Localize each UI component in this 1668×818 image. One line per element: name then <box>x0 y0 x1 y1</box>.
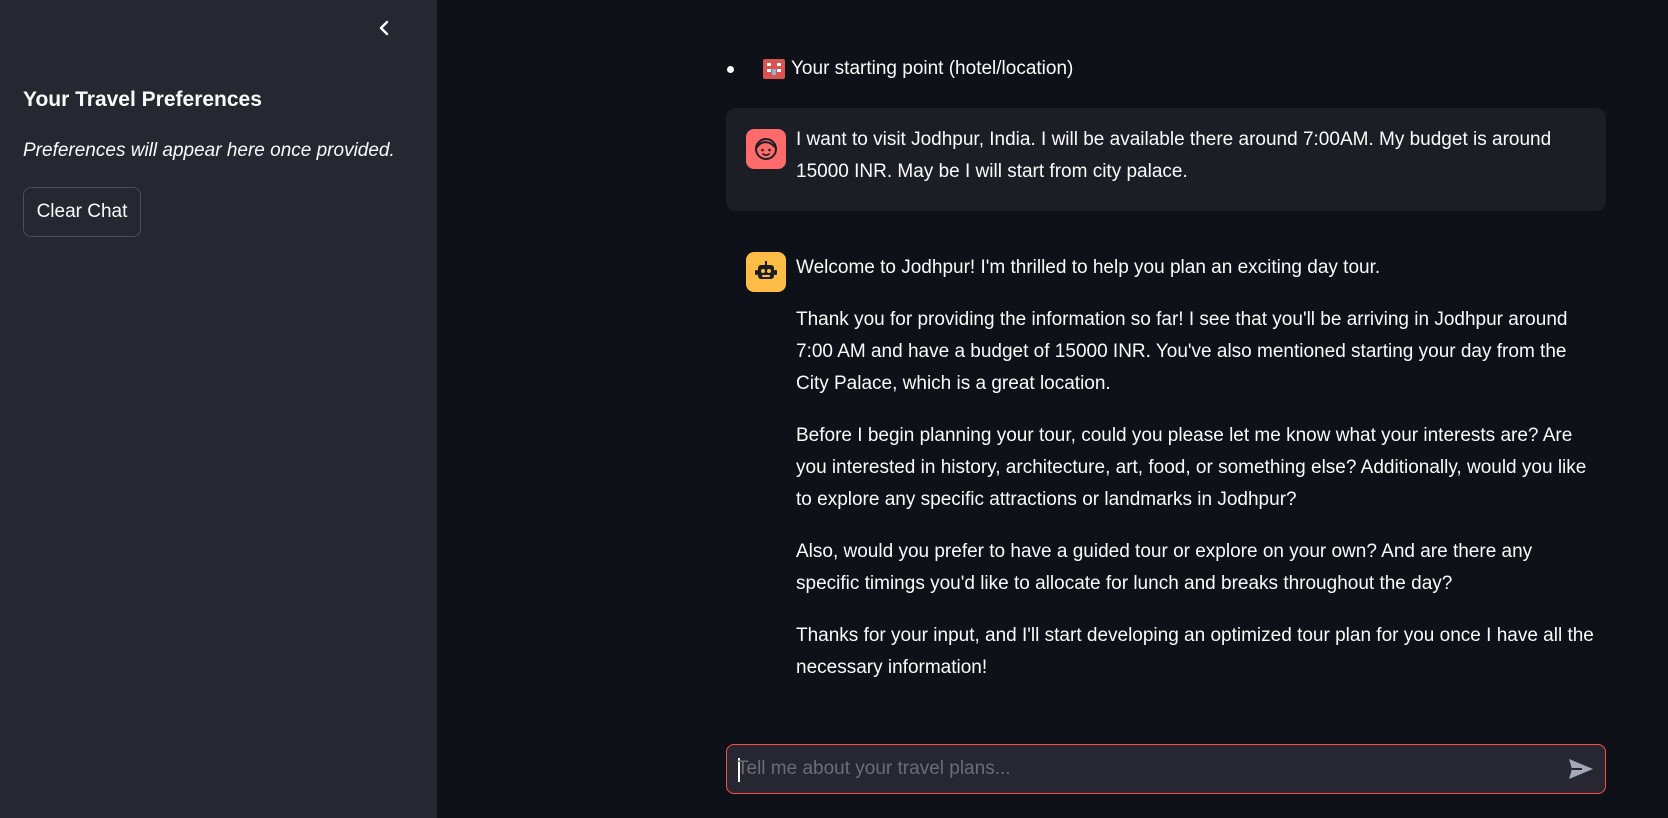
sidebar: Your Travel Preferences Preferences will… <box>0 0 437 818</box>
send-icon <box>1569 759 1593 779</box>
chat-main: Your starting point (hotel/location) I w… <box>437 0 1668 818</box>
assistant-paragraph: Thanks for your input, and I'll start de… <box>796 625 1594 678</box>
user-avatar <box>746 129 786 169</box>
list-item-text: Your starting point (hotel/location) <box>791 58 1074 79</box>
assistant-message-body: Welcome to Jodhpur! I'm thrilled to help… <box>796 252 1596 704</box>
assistant-paragraph: Before I begin planning your tour, could… <box>796 425 1587 510</box>
user-message-text: I want to visit Jodhpur, India. I will b… <box>796 129 1552 182</box>
assistant-paragraph: Welcome to Jodhpur! I'm thrilled to help… <box>796 257 1381 278</box>
list-item: Your starting point (hotel/location) <box>727 58 1073 80</box>
chevron-left-icon <box>379 20 389 36</box>
app-root: Your Travel Preferences Preferences will… <box>0 0 1668 818</box>
hotel-icon <box>763 59 785 79</box>
preferences-placeholder-text: Preferences will appear here once provid… <box>23 140 395 161</box>
assistant-avatar <box>746 252 786 292</box>
sidebar-title: Your Travel Preferences <box>23 88 262 111</box>
bullet <box>727 65 734 73</box>
user-message: I want to visit Jodhpur, India. I will b… <box>726 108 1606 211</box>
user-face-icon <box>755 138 777 160</box>
clear-chat-button[interactable]: Clear Chat <box>23 187 141 237</box>
assistant-paragraph: Also, would you prefer to have a guided … <box>796 541 1533 594</box>
assistant-paragraph: Thank you for providing the information … <box>796 309 1568 394</box>
chat-input-container <box>726 744 1606 794</box>
chat-input[interactable] <box>737 745 1537 793</box>
robot-icon <box>755 261 777 279</box>
sidebar-collapse-button[interactable] <box>372 16 396 40</box>
send-button[interactable] <box>1567 756 1595 782</box>
